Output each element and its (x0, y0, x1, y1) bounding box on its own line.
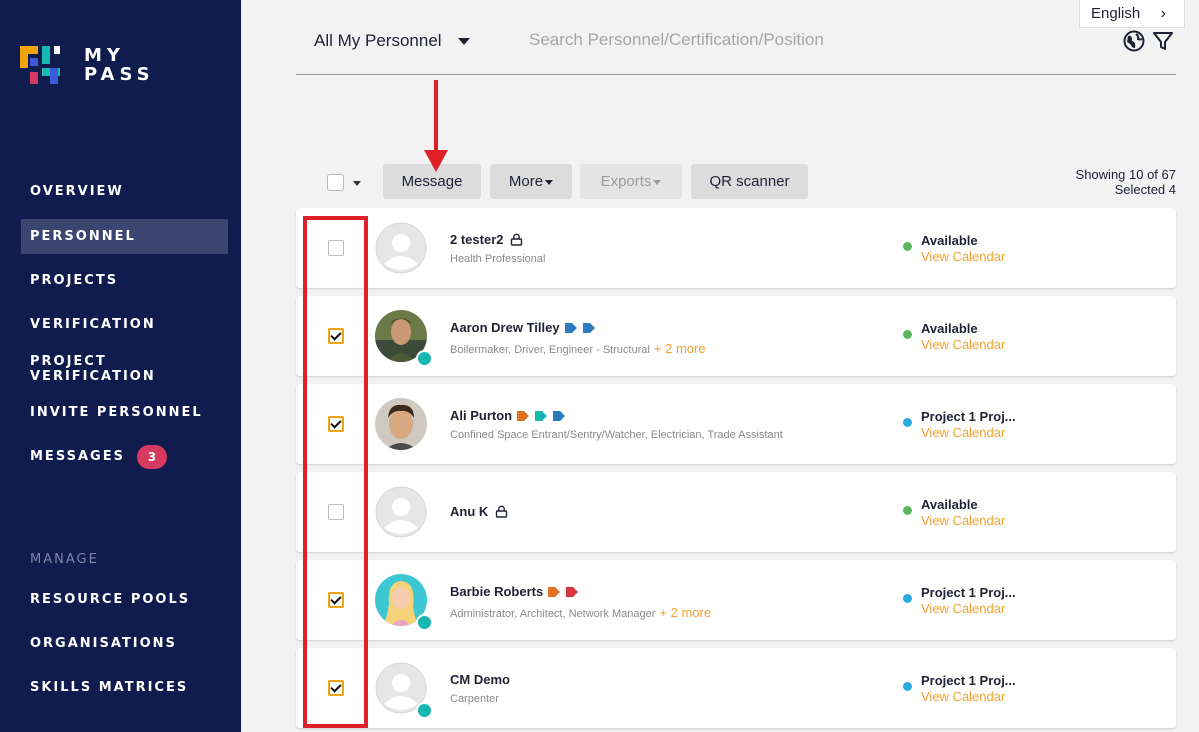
select-all-checkbox[interactable] (327, 174, 344, 191)
exports-button[interactable]: Exports (580, 164, 682, 199)
status-text: Project 1 Proj... (921, 585, 1016, 600)
person-roles: Boilermaker, Driver, Engineer - Structur… (450, 341, 706, 356)
person-name[interactable]: CM Demo (450, 672, 510, 687)
selected-count: Selected 4 (1114, 182, 1176, 197)
status-text: Available (921, 497, 978, 512)
more-button[interactable]: More (490, 164, 572, 199)
sidebar-item-messages[interactable]: MESSAGES 3 (21, 439, 228, 474)
status-dot (903, 242, 912, 251)
view-calendar-link[interactable]: View Calendar (921, 249, 1005, 264)
annotation-arrow-head (424, 150, 448, 172)
status-dot (903, 506, 912, 515)
messages-count-badge: 3 (136, 444, 167, 469)
sidebar-item-overview[interactable]: OVERVIEW (21, 174, 228, 209)
showing-count: Showing 10 of 67 (1075, 167, 1176, 182)
select-all-dropdown-icon[interactable] (353, 181, 361, 186)
view-calendar-link[interactable]: View Calendar (921, 425, 1005, 440)
qr-scanner-button[interactable]: QR scanner (691, 164, 808, 199)
status-text: Project 1 Proj... (921, 409, 1016, 424)
tag-icon (582, 322, 595, 333)
table-row[interactable]: Anu K Available View Calendar (296, 472, 1176, 552)
sidebar-item-verification[interactable]: VERIFICATION (21, 307, 228, 342)
results-summary: Showing 10 of 67 Selected 4 (1076, 167, 1176, 197)
sidebar: MY PASS OVERVIEW PERSONNEL PROJECTS VERI… (0, 0, 241, 732)
person-name[interactable]: Barbie Roberts (450, 584, 579, 599)
avatar-placeholder (375, 486, 427, 538)
person-name[interactable]: Anu K (450, 504, 508, 519)
avatar-photo (375, 398, 427, 450)
view-calendar-link[interactable]: View Calendar (921, 337, 1005, 352)
verified-badge-icon (416, 614, 433, 631)
mypass-logo[interactable]: MY PASS (20, 44, 155, 86)
sidebar-item-resource-pools[interactable]: RESOURCE POOLS (21, 582, 228, 617)
tag-icon (564, 322, 577, 333)
person-roles: Carpenter (450, 693, 499, 705)
globe-icon[interactable] (1123, 30, 1145, 52)
tag-icon (548, 586, 561, 597)
table-row[interactable]: 2 tester2 Health Professional Available … (296, 208, 1176, 288)
verified-badge-icon (416, 702, 433, 719)
tag-icon (553, 410, 566, 421)
avatar-placeholder (375, 222, 427, 274)
sidebar-item-skills-matrices[interactable]: SKILLS MATRICES (21, 670, 228, 705)
person-roles: Administrator, Architect, Network Manage… (450, 605, 712, 620)
more-roles-link[interactable]: + 2 more (654, 341, 706, 356)
chevron-down-icon (545, 179, 554, 185)
person-roles: Confined Space Entrant/Sentry/Watcher, E… (450, 429, 783, 441)
table-row[interactable]: Ali Purton Confined Space Entrant/Sentry… (296, 384, 1176, 464)
tag-icon (535, 410, 548, 421)
chevron-down-icon (653, 179, 662, 185)
table-row[interactable]: CM Demo Carpenter Project 1 Proj... View… (296, 648, 1176, 728)
status-text: Available (921, 321, 978, 336)
personnel-filter-select[interactable]: All My Personnel (314, 31, 470, 51)
tag-icon (566, 586, 579, 597)
lock-icon (496, 505, 508, 518)
more-roles-link[interactable]: + 2 more (659, 605, 711, 620)
chevron-down-icon (457, 37, 470, 45)
person-roles: Health Professional (450, 253, 546, 265)
sidebar-item-project-verification[interactable]: PROJECT VERIFICATION (21, 351, 228, 386)
manage-section-label: MANAGE (30, 552, 99, 567)
sidebar-item-organisations[interactable]: ORGANISATIONS (21, 626, 228, 661)
view-calendar-link[interactable]: View Calendar (921, 689, 1005, 704)
annotation-arrow (434, 80, 438, 152)
lock-icon (511, 233, 523, 246)
filter-icon[interactable] (1152, 30, 1174, 52)
sidebar-item-invite-personnel[interactable]: INVITE PERSONNEL (21, 395, 228, 430)
language-selector[interactable]: English › (1079, 0, 1185, 28)
status-dot (903, 330, 912, 339)
status-text: Project 1 Proj... (921, 673, 1016, 688)
logo-mark-icon (20, 46, 60, 84)
person-name[interactable]: 2 tester2 (450, 232, 523, 247)
person-name[interactable]: Aaron Drew Tilley (450, 320, 596, 335)
view-calendar-link[interactable]: View Calendar (921, 601, 1005, 616)
status-dot (903, 682, 912, 691)
search-input[interactable] (529, 30, 1069, 50)
annotation-highlight-box (303, 216, 368, 728)
header-divider (296, 74, 1176, 75)
status-dot (903, 594, 912, 603)
logo-text: MY PASS (84, 45, 155, 85)
view-calendar-link[interactable]: View Calendar (921, 513, 1005, 528)
status-text: Available (921, 233, 978, 248)
tag-icon (517, 410, 530, 421)
table-row[interactable]: Barbie Roberts Administrator, Architect,… (296, 560, 1176, 640)
person-name[interactable]: Ali Purton (450, 408, 566, 423)
table-row[interactable]: Aaron Drew Tilley Boilermaker, Driver, E… (296, 296, 1176, 376)
verified-badge-icon (416, 350, 433, 367)
sidebar-item-personnel[interactable]: PERSONNEL (21, 219, 228, 254)
status-dot (903, 418, 912, 427)
chevron-right-icon: › (1160, 5, 1166, 22)
sidebar-item-projects[interactable]: PROJECTS (21, 263, 228, 298)
